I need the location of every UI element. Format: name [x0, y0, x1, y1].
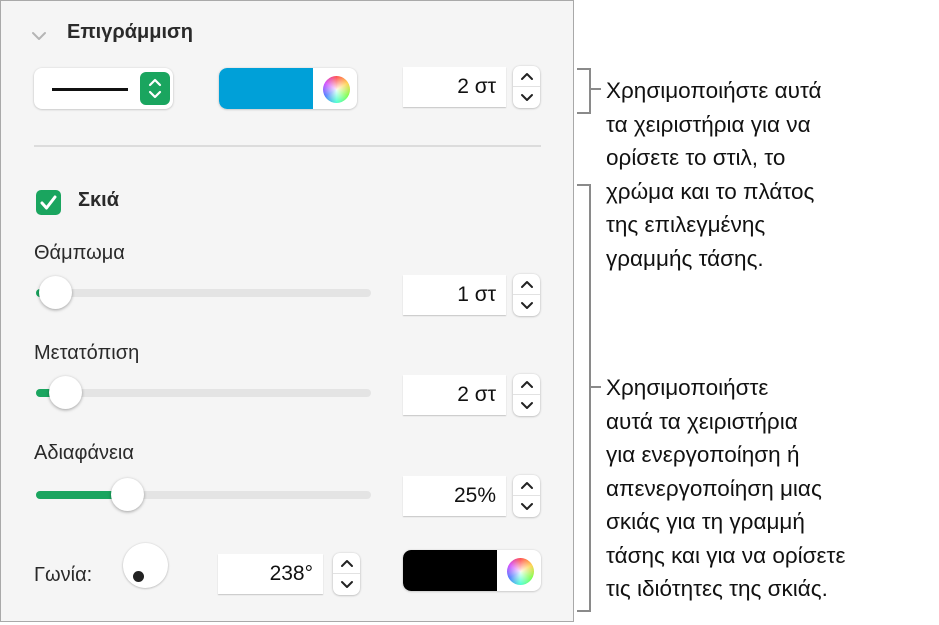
stepper-down-icon[interactable] — [513, 395, 540, 416]
callout-line: τάσης και για να ορίσετε — [606, 542, 846, 568]
opacity-slider[interactable] — [36, 478, 371, 511]
callout-line: Χρησιμοποιήστε αυτά — [606, 78, 822, 103]
stepper-down-icon[interactable] — [513, 295, 540, 316]
callout-bracket — [577, 184, 591, 612]
stepper-down-icon[interactable] — [333, 574, 360, 595]
callout-leader-line — [590, 386, 601, 388]
format-panel: Επιγράμμιση 2 στ Σκιά Θάμπωμα 1 στ Μετατ… — [0, 0, 574, 622]
callout-line: για ενεργοποίηση ή — [606, 442, 800, 467]
stepper-down-icon[interactable] — [513, 496, 540, 517]
section-divider — [34, 145, 541, 147]
callout-leader-line — [590, 88, 601, 90]
offset-label: Μετατόπιση — [34, 342, 140, 364]
opacity-label: Αδιαφάνεια — [34, 442, 134, 464]
blur-slider[interactable] — [36, 276, 371, 309]
callout-line: αυτά τα χειριστήρια — [606, 408, 798, 434]
stepper-up-icon[interactable] — [333, 553, 360, 574]
color-wheel-icon[interactable] — [323, 76, 350, 103]
opacity-field[interactable]: 25% — [403, 476, 506, 516]
shadow-color-swatch[interactable] — [403, 550, 497, 591]
line-style-popup[interactable] — [34, 68, 173, 109]
callout-line: Χρησιμοποιήστε — [606, 375, 769, 400]
offset-slider[interactable] — [36, 376, 371, 409]
opacity-stepper[interactable] — [513, 475, 540, 517]
shadow-color-well[interactable] — [403, 550, 541, 591]
callout-text-shadow: Χρησιμοποιήστε αυτά τα χειριστήρια για ε… — [606, 371, 845, 606]
stroke-color-swatch[interactable] — [219, 68, 313, 109]
callout-line: απενεργοποίηση μιας — [606, 475, 822, 501]
opacity-slider-thumb[interactable] — [111, 478, 145, 511]
blur-stepper[interactable] — [513, 274, 540, 316]
offset-stepper[interactable] — [513, 374, 540, 416]
angle-knob[interactable] — [123, 543, 168, 588]
callout-line: τα χειριστήρια για να — [606, 111, 811, 137]
checkmark-icon — [40, 195, 57, 210]
blur-label: Θάμπωμα — [34, 242, 125, 264]
shadow-section-title: Σκιά — [78, 189, 120, 211]
stroke-width-stepper[interactable] — [513, 66, 540, 108]
blur-field[interactable]: 1 στ — [403, 275, 506, 315]
callout-text-outline: Χρησιμοποιήστε αυτά τα χειριστήρια για ν… — [606, 74, 822, 275]
blur-slider-thumb[interactable] — [39, 276, 73, 309]
callout-line: ορίσετε το στιλ, το — [606, 145, 786, 170]
stepper-down-icon[interactable] — [513, 87, 540, 108]
callout-line: γραμμής τάσης. — [606, 245, 764, 271]
callout-bracket — [577, 68, 591, 114]
offset-slider-thumb[interactable] — [49, 376, 83, 409]
angle-knob-indicator — [133, 571, 145, 583]
callout-line: χρώμα και το πλάτος — [606, 178, 815, 204]
angle-stepper[interactable] — [333, 553, 360, 595]
stepper-up-icon[interactable] — [513, 274, 540, 295]
angle-field[interactable]: 238° — [218, 554, 323, 594]
shadow-checkbox[interactable] — [36, 190, 61, 215]
color-wheel-icon[interactable] — [507, 558, 534, 585]
stroke-width-field[interactable]: 2 στ — [403, 67, 506, 107]
stepper-up-icon[interactable] — [513, 475, 540, 496]
outline-section-title[interactable]: Επιγράμμιση — [67, 21, 193, 44]
stepper-up-icon[interactable] — [513, 374, 540, 395]
chevron-down-icon[interactable] — [29, 26, 49, 46]
popup-arrows-icon[interactable] — [140, 72, 170, 105]
callout-line: της επιλεγμένης — [606, 212, 766, 237]
offset-field[interactable]: 2 στ — [403, 375, 506, 415]
stroke-color-well[interactable] — [219, 68, 357, 109]
callout-line: σκιάς για τη γραμμή — [606, 509, 805, 534]
angle-label: Γωνία: — [34, 564, 93, 586]
stepper-up-icon[interactable] — [513, 66, 540, 87]
line-style-preview — [52, 88, 128, 91]
callout-line: τις ιδιότητες της σκιάς. — [606, 576, 828, 601]
